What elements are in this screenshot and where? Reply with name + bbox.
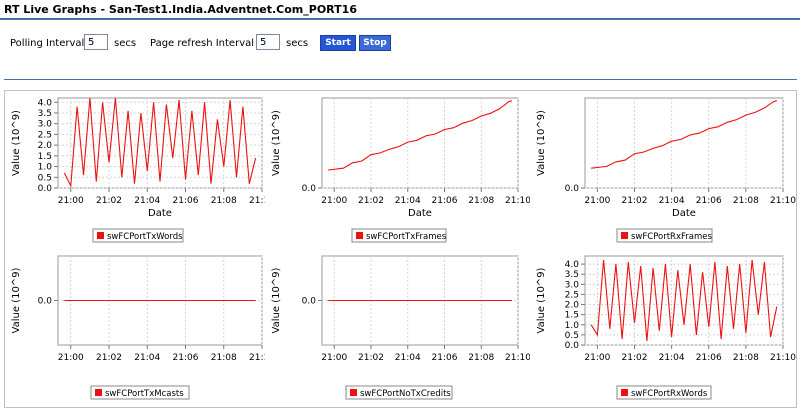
y-tick-label: 2.5: [565, 290, 579, 300]
x-axis-title: Date: [148, 208, 172, 219]
x-tick-label: 21:08: [211, 353, 237, 363]
y-tick-label: 1.5: [38, 152, 52, 162]
y-tick-label: 3.5: [565, 270, 579, 280]
x-tick-label: 21:02: [622, 353, 648, 363]
x-tick-label: 21:08: [211, 196, 237, 206]
legend-swatch: [356, 232, 363, 239]
legend-label: swFCPortTxWords: [107, 232, 183, 242]
start-button[interactable]: Start: [320, 35, 356, 51]
x-tick-label: 21:06: [173, 353, 199, 363]
y-axis-title: Value (10^9): [271, 267, 282, 333]
x-tick-label: 21:10: [249, 353, 265, 363]
y-tick-label: 2.0: [38, 141, 53, 151]
legend-swatch: [621, 232, 628, 239]
x-tick-label: 21:00: [321, 196, 347, 206]
x-tick-label: 21:00: [321, 353, 347, 363]
x-axis-title: Date: [672, 208, 696, 219]
y-tick-label: 3.5: [38, 109, 52, 119]
y-tick-label: 1.5: [565, 311, 579, 321]
x-tick-label: 21:10: [770, 353, 796, 363]
legend-label: swFCPortTxFrames: [366, 232, 447, 242]
x-tick-label: 21:06: [173, 196, 199, 206]
x-tick-label: 21:06: [432, 196, 458, 206]
y-axis-title: Value (10^9): [11, 110, 22, 176]
chart-tx-words: 0.00.51.01.52.02.53.03.54.0 21:00 21:02 21:…: [11, 97, 265, 243]
x-tick-label: 21:06: [432, 353, 458, 363]
page-refresh-interval-label: Page refresh Interval: [150, 38, 255, 49]
polling-interval-input[interactable]: [84, 34, 108, 50]
y-tick-label: 4.0: [565, 260, 580, 270]
y-tick-label: 3.0: [38, 120, 53, 130]
header-divider: [4, 79, 797, 80]
y-tick-label: 0.0: [302, 184, 317, 194]
x-tick-label: 21:10: [249, 196, 265, 206]
x-tick-label: 21:04: [659, 196, 685, 206]
page-refresh-interval-input[interactable]: [256, 34, 280, 50]
y-axis-title: Value (10^9): [536, 267, 547, 333]
legend-swatch: [621, 389, 628, 396]
x-tick-label: 21:00: [58, 196, 84, 206]
legend-swatch: [350, 389, 357, 396]
y-axis-title: Value (10^9): [11, 267, 22, 333]
x-tick-label: 21:00: [584, 353, 610, 363]
y-tick-label: 3.0: [565, 280, 580, 290]
x-tick-label: 21:04: [395, 196, 421, 206]
window-title-bar: RT Live Graphs - San-Test1.India.Adventn…: [0, 0, 800, 20]
legend-label: swFCPortNoTxCredits: [360, 389, 451, 399]
x-tick-label: 21:02: [96, 196, 122, 206]
x-tick-label: 21:06: [696, 353, 722, 363]
y-axis-title: Value (10^9): [271, 110, 282, 176]
x-tick-label: 21:02: [622, 196, 648, 206]
chart-tx-frames: 0.0 21:00 21:02 21:04 21:06 21:08 21:10 Date Val…: [271, 97, 530, 243]
x-tick-label: 21:10: [505, 353, 530, 363]
x-tick-label: 21:02: [96, 353, 122, 363]
x-tick-label: 21:00: [584, 196, 610, 206]
polling-interval-unit: secs: [114, 38, 137, 49]
chart-no-tx-credits: 0.0 21:00 21:02 21:04 21:06 21:08 21:10 Value (…: [271, 255, 530, 400]
x-tick-label: 21:04: [395, 353, 421, 363]
window-title: RT Live Graphs - San-Test1.India.Adventn…: [4, 3, 357, 16]
x-tick-label: 21:06: [696, 196, 722, 206]
controls-bar: Polling Interval secs Page refresh Inter…: [0, 30, 800, 56]
chart-tx-mcasts: 0.0 21:00 21:02 21:04 21:06 21:08 21:10 Value (…: [11, 255, 265, 400]
chart-rx-words: 0.00.51.01.52.02.53.03.54.0 21:00 21:02 21:…: [536, 255, 796, 400]
y-axis-title: Value (10^9): [536, 110, 547, 176]
x-tick-label: 21:08: [468, 353, 494, 363]
x-tick-label: 21:00: [58, 353, 84, 363]
legend-swatch: [95, 389, 102, 396]
x-tick-label: 21:04: [134, 196, 160, 206]
plot-area: [321, 97, 519, 189]
y-tick-label: 4.0: [38, 98, 53, 108]
legend-label: swFCPortRxFrames: [631, 232, 712, 242]
x-tick-label: 21:08: [733, 196, 759, 206]
y-tick-label: 2.0: [565, 301, 580, 311]
x-tick-label: 21:04: [134, 353, 160, 363]
chart-rx-frames: 0.0 21:00 21:02 21:04 21:06 21:08 21:10 Date Val…: [536, 97, 796, 243]
x-axis-title: Date: [408, 208, 432, 219]
x-tick-label: 21:10: [505, 196, 530, 206]
legend-label: swFCPortTxMcasts: [105, 389, 184, 399]
y-tick-label: 0.0: [38, 184, 53, 194]
y-tick-label: 0.0: [302, 297, 317, 307]
x-tick-label: 21:02: [358, 196, 384, 206]
x-tick-label: 21:02: [358, 353, 384, 363]
x-tick-label: 21:08: [733, 353, 759, 363]
y-tick-label: 0.5: [38, 173, 52, 183]
y-tick-label: 0.0: [38, 297, 53, 307]
x-tick-label: 21:04: [659, 353, 685, 363]
y-tick-label: 0.5: [565, 331, 579, 341]
legend-label: swFCPortRxWords: [631, 389, 708, 399]
page-refresh-interval-unit: secs: [286, 38, 309, 49]
polling-interval-label: Polling Interval: [10, 38, 85, 49]
y-tick-label: 1.0: [38, 163, 53, 173]
y-tick-label: 1.0: [565, 321, 580, 331]
x-tick-label: 21:08: [468, 196, 494, 206]
legend-swatch: [97, 232, 104, 239]
y-tick-label: 0.0: [565, 341, 580, 351]
x-tick-label: 21:10: [770, 196, 796, 206]
plot-area: [584, 97, 784, 189]
stop-button[interactable]: Stop: [359, 35, 391, 51]
y-tick-label: 0.0: [565, 184, 580, 194]
y-tick-label: 2.5: [38, 130, 52, 140]
